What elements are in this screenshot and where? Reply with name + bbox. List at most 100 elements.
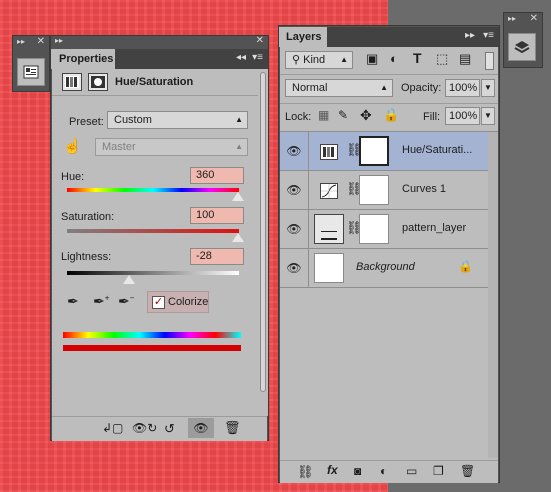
lock-label: Lock: bbox=[285, 111, 312, 123]
fill-value: 100% bbox=[449, 110, 478, 122]
trash-icon[interactable]: 🗑 bbox=[460, 464, 475, 478]
lightness-input[interactable]: -28 bbox=[190, 248, 244, 265]
tab-properties[interactable]: Properties bbox=[51, 49, 115, 69]
colorize-checkbox[interactable]: ✓ bbox=[152, 296, 165, 309]
collapse-icon[interactable]: ◂◂ bbox=[236, 52, 246, 63]
saturation-slider-thumb[interactable] bbox=[232, 233, 244, 242]
layer-name[interactable]: Background bbox=[356, 261, 415, 273]
adjustment-header: Hue/Saturation bbox=[52, 69, 267, 96]
layer-row-hue-saturation[interactable]: 👁 ⛓ Hue/Saturati... bbox=[280, 132, 488, 171]
filter-kind-select[interactable]: ⚲ Kind ▲ bbox=[285, 51, 353, 69]
filter-shape-icon[interactable]: ⬚ bbox=[436, 51, 448, 67]
tab-layers[interactable]: Layers bbox=[279, 27, 327, 47]
toggle-visibility-icon[interactable]: 👁 bbox=[188, 418, 214, 438]
clip-to-layer-icon[interactable]: ↲▢ bbox=[102, 421, 123, 435]
eye-icon[interactable]: 👁 bbox=[280, 132, 309, 170]
saturation-slider-track[interactable] bbox=[67, 229, 239, 233]
layer-row-background[interactable]: 👁 Background 🔒 bbox=[280, 249, 488, 288]
filter-pixel-icon[interactable]: ▣ bbox=[366, 51, 378, 67]
layer-name[interactable]: Curves 1 bbox=[402, 183, 446, 195]
properties-panel: ▸▸ ✕ Properties ◂◂ ▾≡ Hue/Saturation Pre… bbox=[50, 35, 269, 441]
panel-grip[interactable]: ▸▸ bbox=[508, 14, 516, 23]
panel-menu-icon[interactable]: ▾≡ bbox=[252, 52, 263, 63]
eyedropper-minus-icon[interactable]: ✒− bbox=[118, 293, 134, 310]
colorize-toggle[interactable]: ✓ Colorize bbox=[147, 291, 209, 313]
layers-panel-button[interactable] bbox=[508, 33, 536, 61]
layer-mask-thumbnail[interactable] bbox=[359, 136, 389, 166]
lightness-slider-thumb[interactable] bbox=[123, 275, 135, 284]
new-adjustment-icon[interactable]: ◐ bbox=[380, 464, 387, 478]
saturation-input[interactable]: 100 bbox=[190, 207, 244, 224]
lightness-slider-track[interactable] bbox=[67, 271, 239, 275]
filter-smart-object-icon[interactable]: ▤ bbox=[459, 51, 471, 67]
pattern-fill-icon bbox=[321, 231, 337, 240]
hue-slider-thumb[interactable] bbox=[232, 192, 244, 201]
layer-name[interactable]: Hue/Saturati... bbox=[402, 144, 472, 156]
blend-mode-select[interactable]: Normal ▲ bbox=[285, 79, 393, 97]
layers-scrollbar[interactable] bbox=[488, 132, 498, 458]
filter-adjustment-icon[interactable]: ◐ bbox=[390, 51, 398, 66]
lock-transparent-icon[interactable]: ▦ bbox=[318, 108, 329, 122]
divider bbox=[280, 74, 498, 75]
layer-thumbnail[interactable] bbox=[314, 253, 344, 283]
opacity-label: Opacity: bbox=[401, 82, 442, 94]
layer-style-icon[interactable]: fx bbox=[327, 463, 338, 477]
chevron-updown-icon: ▲ bbox=[235, 142, 243, 151]
properties-footer: ↲▢ 👁↻ ↺ 👁 🗑 bbox=[52, 416, 267, 441]
scrollbar-thumb[interactable] bbox=[260, 72, 266, 392]
pattern-layer-thumbnail[interactable] bbox=[314, 214, 344, 244]
layer-name[interactable]: pattern_layer bbox=[402, 222, 466, 234]
hue-input[interactable]: 360 bbox=[190, 167, 244, 184]
hue-saturation-icon[interactable] bbox=[62, 73, 82, 91]
opacity-dropdown-icon[interactable]: ▼ bbox=[481, 79, 495, 97]
properties-scrollbar[interactable] bbox=[258, 69, 268, 416]
chevron-updown-icon: ▲ bbox=[340, 55, 348, 64]
panel-grip[interactable]: ▸▸ bbox=[17, 37, 25, 46]
new-layer-icon[interactable]: ❐ bbox=[433, 464, 444, 478]
layer-row-curves[interactable]: 👁 ⛓ Curves 1 bbox=[280, 171, 488, 210]
preset-select[interactable]: Custom ▲ bbox=[107, 111, 248, 129]
eye-icon[interactable]: 👁 bbox=[280, 249, 309, 287]
lock-icon: 🔒 bbox=[458, 259, 473, 273]
collapse-icon[interactable]: ▸▸ bbox=[465, 30, 475, 41]
lock-all-icon[interactable]: 🔒 bbox=[383, 107, 399, 123]
view-previous-state-icon[interactable]: 👁↻ bbox=[132, 421, 157, 435]
fill-dropdown-icon[interactable]: ▼ bbox=[481, 107, 495, 125]
panel-menu-icon[interactable]: ▾≡ bbox=[483, 30, 494, 41]
mask-icon[interactable] bbox=[88, 73, 108, 91]
filter-toggle-icon[interactable] bbox=[485, 52, 494, 70]
eyedropper-icon[interactable]: ✒ bbox=[67, 293, 79, 310]
trash-icon[interactable]: 🗑 bbox=[224, 420, 241, 436]
layer-mask-thumbnail[interactable] bbox=[359, 214, 389, 244]
collapsed-panel-right: ▸▸ ✕ bbox=[503, 12, 543, 68]
eyedropper-plus-icon[interactable]: ✒+ bbox=[93, 293, 109, 310]
reset-icon[interactable]: ↺ bbox=[164, 421, 175, 437]
layers-stack-icon bbox=[514, 41, 530, 54]
layer-mask-thumbnail[interactable] bbox=[359, 175, 389, 205]
filter-type-icon[interactable]: T bbox=[413, 50, 422, 66]
search-icon: ⚲ bbox=[292, 54, 304, 66]
panel-grip[interactable]: ▸▸ bbox=[55, 36, 63, 45]
opacity-input[interactable]: 100% bbox=[445, 79, 480, 97]
close-icon[interactable]: ✕ bbox=[530, 13, 538, 24]
eye-icon[interactable]: 👁 bbox=[280, 171, 309, 209]
lock-brush-icon[interactable]: ✎ bbox=[338, 108, 348, 122]
divider bbox=[280, 103, 498, 104]
channel-value: Master bbox=[102, 141, 136, 153]
new-group-icon[interactable]: ▭ bbox=[406, 464, 417, 478]
hue-label: Hue: bbox=[61, 171, 85, 183]
fill-input[interactable]: 100% bbox=[445, 107, 480, 125]
close-icon[interactable]: ✕ bbox=[256, 35, 264, 46]
properties-panel-button[interactable] bbox=[17, 58, 45, 86]
targeted-adjustment-hand-icon[interactable]: ☝ bbox=[63, 137, 82, 155]
fill-label: Fill: bbox=[423, 111, 441, 123]
adjustment-layer-icon bbox=[320, 144, 338, 160]
link-layers-icon[interactable]: ⛓ bbox=[297, 464, 314, 480]
close-icon[interactable]: ✕ bbox=[37, 36, 45, 47]
hue-slider-track[interactable] bbox=[67, 188, 239, 192]
layer-row-pattern[interactable]: 👁 ⛓ pattern_layer bbox=[280, 210, 488, 249]
eye-icon[interactable]: 👁 bbox=[280, 210, 309, 248]
add-mask-icon[interactable]: ◙ bbox=[354, 464, 361, 478]
channel-select[interactable]: Master ▲ bbox=[95, 138, 248, 156]
lock-move-icon[interactable]: ✥ bbox=[360, 107, 372, 124]
